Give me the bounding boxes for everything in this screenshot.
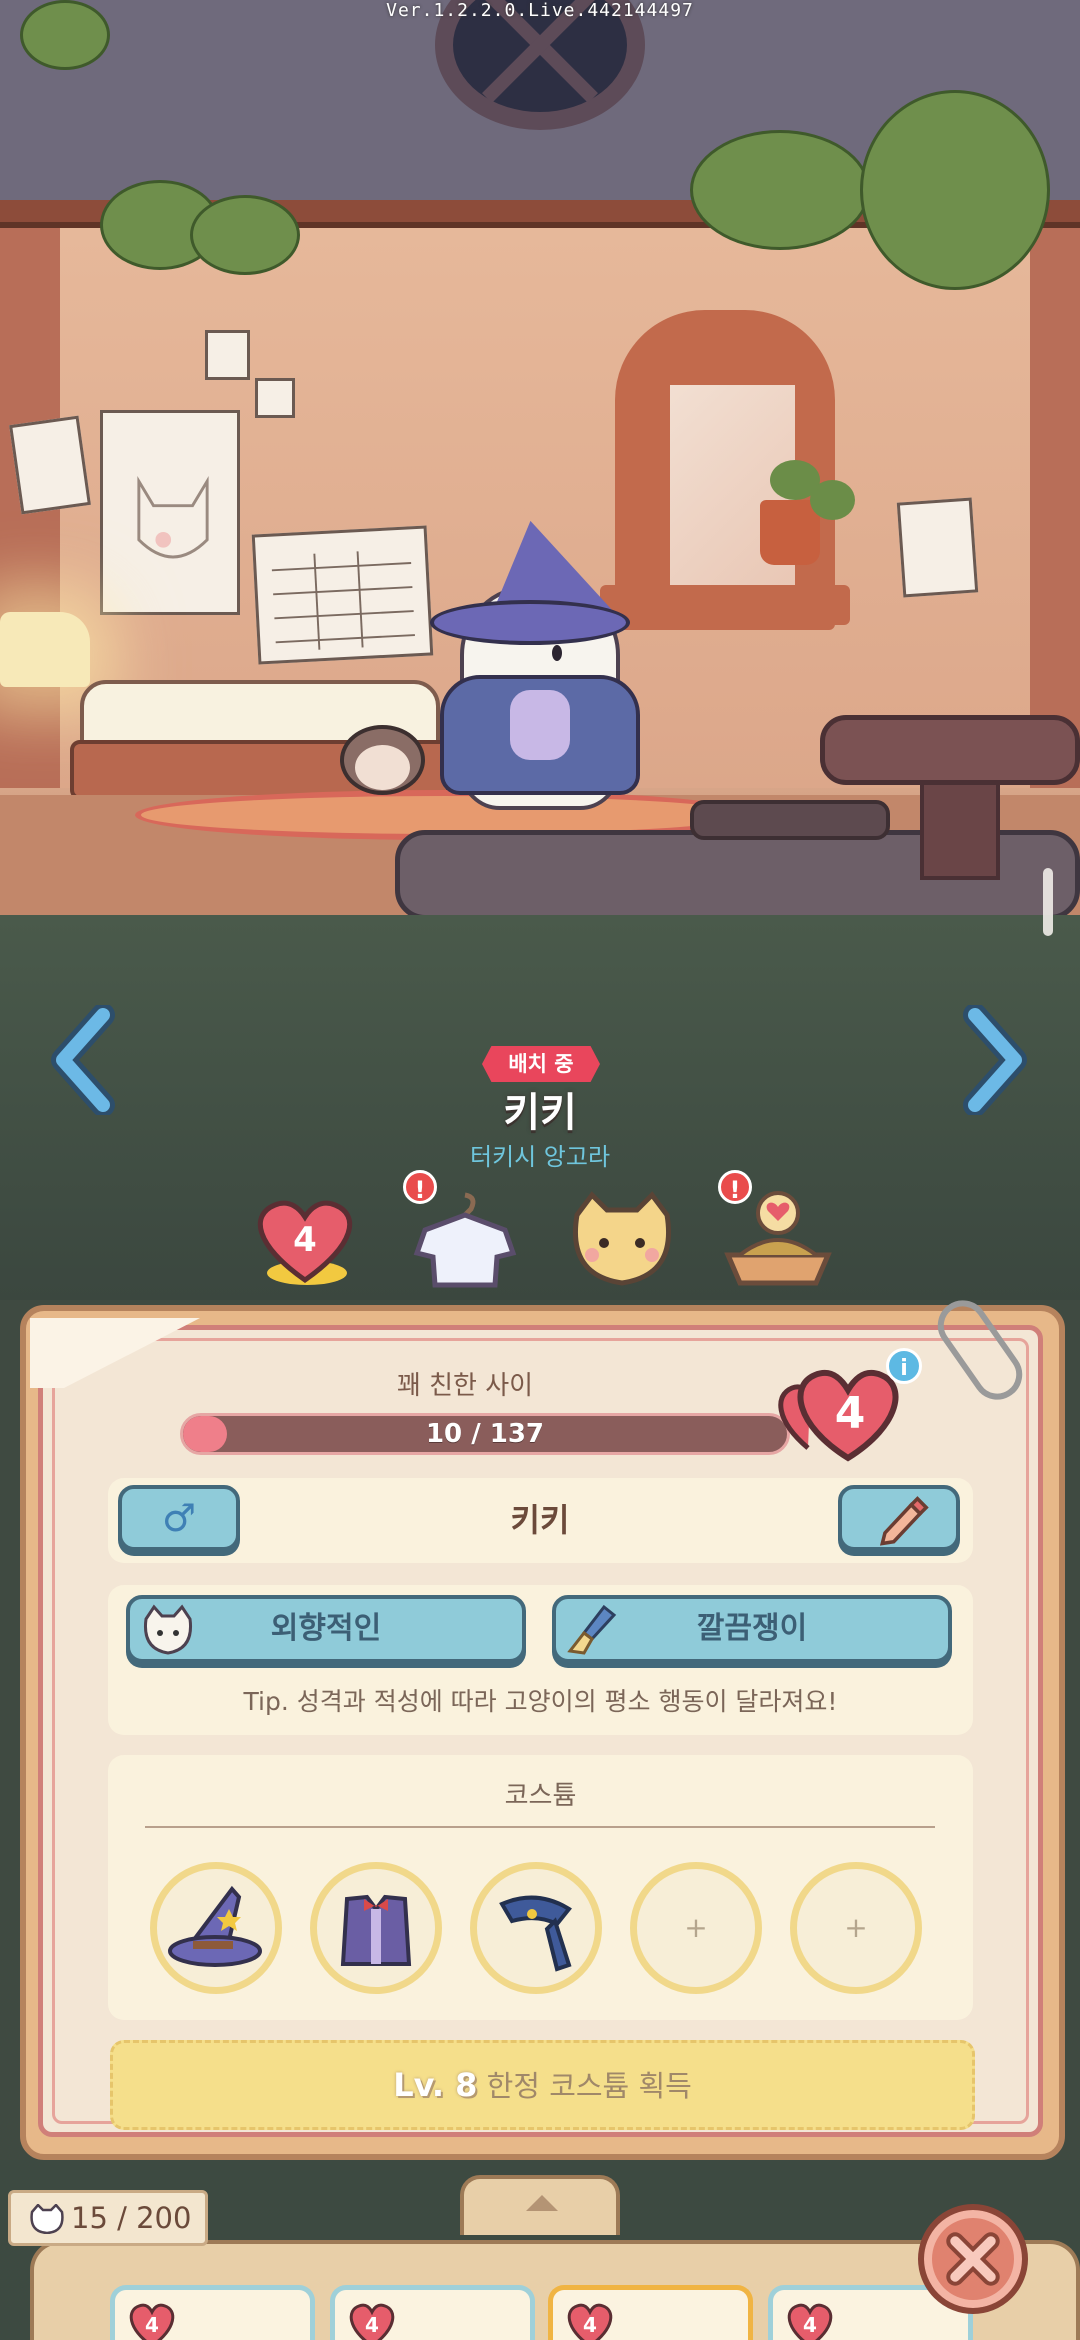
trait-aptitude-label: 깔끔쟁이	[696, 1611, 808, 1646]
cat-witch-hat-brim	[430, 600, 630, 645]
heart-icon: 4	[567, 2303, 613, 2340]
heart-icon: 4	[349, 2303, 395, 2340]
tab-affection[interactable]: 4	[245, 1185, 365, 1295]
tab-costume[interactable]: !	[403, 1170, 525, 1295]
wall-arch-right	[1030, 228, 1080, 788]
bench	[690, 800, 890, 840]
vine-leaves	[860, 90, 1050, 290]
brush-icon	[567, 1604, 617, 1655]
small-photo	[255, 378, 295, 418]
tip-text: Tip. 성격과 적성에 따라 고양이의 평소 행동이 달라져요!	[243, 1687, 838, 1716]
divider	[145, 1826, 935, 1828]
edit-name-button[interactable]	[838, 1485, 960, 1551]
placed-status-badge: 배치 중	[482, 1046, 600, 1082]
limited-costume-text: 한정 코스튬 획득	[486, 2069, 692, 2103]
table-leg	[920, 770, 1000, 880]
cat-face-icon	[573, 1191, 671, 1286]
tab-affection-level: 4	[293, 1220, 317, 1260]
vine-leaves	[690, 130, 870, 250]
heart-icon: 4	[787, 2303, 833, 2340]
cat-name-field: 키키	[510, 1501, 570, 1539]
cat-list-card-selected[interactable]: 4	[548, 2285, 753, 2340]
food-alert-badge: !	[718, 1170, 752, 1204]
vine-leaves	[190, 195, 300, 275]
cat-card-level: 4	[365, 2313, 379, 2337]
costume-slot-top[interactable]	[310, 1862, 442, 1994]
costume-alert-badge: !	[403, 1170, 437, 1204]
version-label: Ver.1.2.2.0.Live.442144497	[386, 0, 694, 21]
potted-plant	[760, 500, 820, 565]
window-sill	[600, 585, 850, 625]
cat-face-icon	[29, 2199, 65, 2235]
plant-leaf	[810, 480, 855, 520]
wall-note	[9, 415, 91, 515]
heart-level-icon: 4	[257, 1200, 353, 1285]
cat-card-level: 4	[583, 2313, 597, 2337]
costume-slot-empty[interactable]: +	[790, 1862, 922, 1994]
tab-food[interactable]: !	[718, 1170, 838, 1295]
cat-list-card[interactable]: 4	[330, 2285, 535, 2340]
lamp	[0, 612, 90, 687]
cat-shirt	[510, 690, 570, 760]
limited-costume-button[interactable]: Lv. 8 한정 코스튬 획득	[110, 2040, 975, 2130]
costume-slot-cape[interactable]	[470, 1862, 602, 1994]
trait-aptitude-button[interactable]: 깔끔쟁이	[552, 1595, 952, 1663]
gender-button[interactable]: ♂	[118, 1485, 240, 1551]
calendar-poster	[251, 525, 434, 665]
vest-icon	[340, 1894, 412, 1966]
trait-personality-label: 외향적인	[270, 1611, 382, 1646]
affection-level-value: 4	[835, 1388, 866, 1439]
level-requirement: Lv. 8	[393, 2066, 478, 2104]
room-scene: 배치 중 키키 터키시 앙고라 4 ! !	[0, 0, 1080, 1300]
cat-count-value: 15 / 200	[71, 2201, 192, 2235]
table-top	[820, 715, 1080, 785]
plus-icon: +	[684, 1911, 708, 1944]
costume-slot-empty[interactable]: +	[630, 1862, 762, 1994]
pencil-icon	[879, 1496, 929, 1546]
cat-wanted-poster	[100, 410, 240, 615]
witch-hat-icon	[168, 1885, 262, 1967]
close-icon	[946, 2232, 1000, 2286]
costume-slot-hat[interactable]	[150, 1862, 282, 1994]
cat-card-level: 4	[803, 2313, 817, 2337]
relationship-title: 꽤 친한 사이	[396, 1371, 534, 1401]
scrollbar[interactable]	[1043, 868, 1053, 936]
affection-progress-text: 10 / 137	[425, 1419, 545, 1449]
wall-note	[896, 497, 979, 598]
trait-personality-button[interactable]: 외향적인	[126, 1595, 526, 1663]
cat-eye	[552, 645, 562, 661]
cat-list-card[interactable]: 4	[110, 2285, 315, 2340]
cat-breed: 터키시 앙고라	[469, 1143, 611, 1171]
tab-profile[interactable]	[562, 1185, 682, 1295]
hedgehog-face	[355, 745, 410, 790]
cape-icon	[499, 1895, 572, 1972]
costume-title: 코스튬	[504, 1781, 577, 1811]
cat-name-title: 키키	[503, 1090, 577, 1136]
small-photo	[205, 330, 250, 380]
cat-face-icon	[143, 1604, 193, 1655]
plus-icon: +	[844, 1911, 868, 1944]
close-button[interactable]	[918, 2204, 1028, 2314]
heart-icon: 4	[129, 2303, 175, 2340]
expand-drawer-button[interactable]	[460, 2175, 620, 2235]
info-button[interactable]: i	[886, 1348, 922, 1384]
cat-count-label: 15 / 200	[8, 2190, 208, 2246]
cat-card-level: 4	[145, 2313, 159, 2337]
